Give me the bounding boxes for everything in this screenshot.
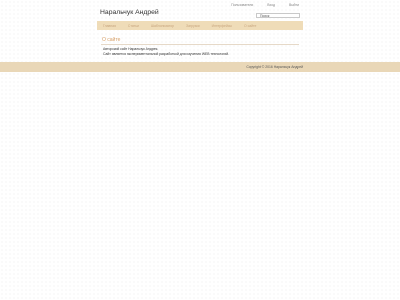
logout-link[interactable]: Выйти	[289, 3, 299, 7]
nav-item-about[interactable]: О сайте	[244, 24, 256, 28]
about-line: Сайт является экспериментальной разработ…	[103, 51, 230, 56]
footer	[0, 62, 400, 72]
top-links: Пользователи Вход Выйти	[217, 3, 299, 7]
search-input[interactable]: Поиск	[256, 13, 300, 18]
users-link[interactable]: Пользователи	[231, 3, 253, 7]
about-text: Авторский сайт Наральчук Андрея. Сайт яв…	[103, 47, 299, 56]
page-title: О сайте	[102, 37, 121, 43]
nav-item-templater[interactable]: Шаблонизатор	[151, 24, 174, 28]
nav-item-home[interactable]: Главная	[103, 24, 116, 28]
divider	[101, 44, 299, 45]
nav-item-articles[interactable]: Статьи	[128, 24, 139, 28]
nav-item-interfaces[interactable]: Интерфейсы	[212, 24, 232, 28]
nav-item-downloads[interactable]: Загрузки	[186, 24, 200, 28]
login-link[interactable]: Вход	[267, 3, 275, 7]
site-title[interactable]: Наральчук Андрей	[100, 9, 159, 16]
main-nav: Главная Статьи Шаблонизатор Загрузки Инт…	[97, 21, 303, 30]
copyright-text: Copyright © 2016 Наральчук Андрей	[246, 65, 303, 69]
